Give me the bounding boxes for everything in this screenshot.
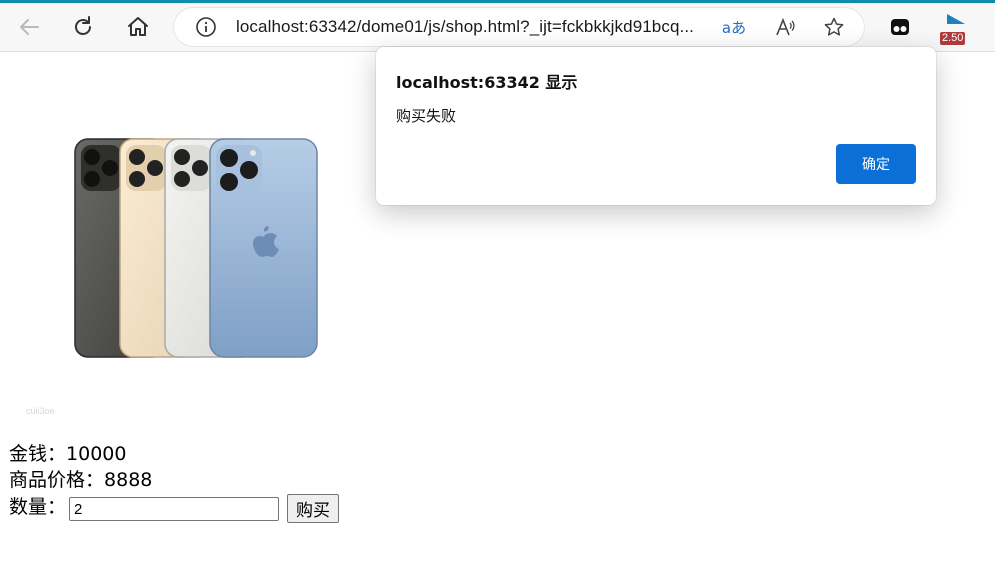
price-label: 商品价格： xyxy=(9,469,105,491)
browser-toolbar: localhost:63342/dome01/js/shop.html?_ijt… xyxy=(0,3,995,52)
extension-icon[interactable] xyxy=(885,12,915,42)
home-icon[interactable] xyxy=(123,12,153,42)
money-line: 金钱：10000 xyxy=(9,441,126,467)
price-value: 8888 xyxy=(104,469,153,491)
url-text[interactable]: localhost:63342/dome01/js/shop.html?_ijt… xyxy=(236,17,694,37)
quantity-input[interactable] xyxy=(69,497,279,521)
alert-dialog: localhost:63342 显示 购买失败 确定 xyxy=(376,47,936,205)
read-aloud-icon[interactable] xyxy=(771,13,799,41)
product-image xyxy=(70,133,322,363)
translate-icon[interactable]: aあ xyxy=(720,13,748,41)
price-line: 商品价格：8888 xyxy=(9,467,152,493)
image-watermark: cuii3oe xyxy=(26,406,55,416)
buy-button[interactable]: 购买 xyxy=(287,494,339,523)
refresh-icon[interactable] xyxy=(68,12,98,42)
money-value: 10000 xyxy=(66,443,127,465)
info-icon[interactable] xyxy=(192,13,220,41)
quantity-label: 数量： xyxy=(9,496,67,518)
dialog-message: 购买失败 xyxy=(396,107,457,125)
back-icon[interactable] xyxy=(14,12,44,42)
ok-button[interactable]: 确定 xyxy=(836,144,916,184)
extension-badge: 2.50 xyxy=(940,32,966,45)
address-bar[interactable]: localhost:63342/dome01/js/shop.html?_ijt… xyxy=(174,8,864,46)
money-label: 金钱： xyxy=(9,443,67,465)
favorite-star-icon[interactable] xyxy=(820,13,848,41)
dialog-title: localhost:63342 显示 xyxy=(396,73,578,92)
